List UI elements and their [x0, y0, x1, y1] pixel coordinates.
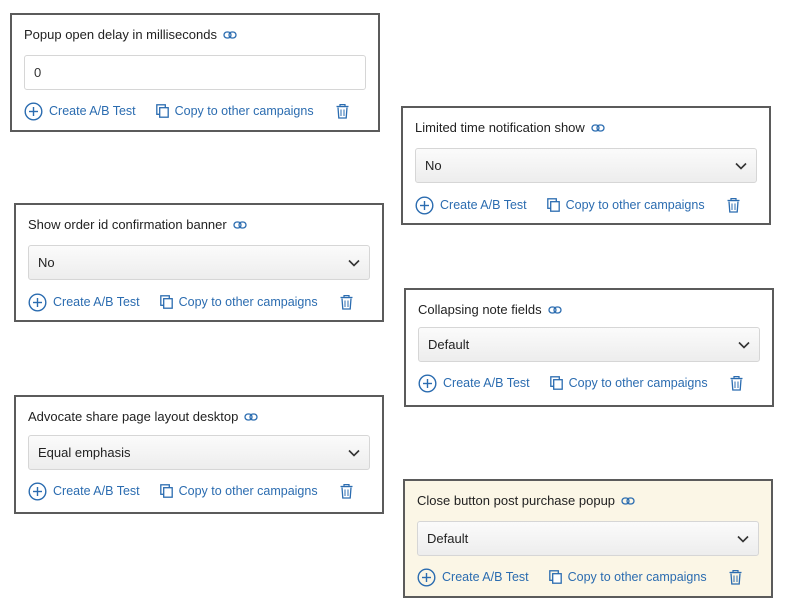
- card-actions: Create A/B Test Copy to other campaigns: [28, 480, 370, 502]
- setting-title: Advocate share page layout desktop: [28, 409, 258, 424]
- plus-circle-icon: [28, 482, 47, 501]
- copy-icon: [156, 104, 169, 118]
- create-ab-test-button[interactable]: Create A/B Test: [28, 293, 140, 312]
- card-actions: Create A/B Test Copy to other campaigns: [28, 291, 370, 313]
- card-order-id-banner: Show order id confirmation banner No Cre…: [14, 203, 384, 322]
- card-actions: Create A/B Test Copy to other campaigns: [417, 566, 759, 588]
- copy-to-campaigns-button[interactable]: Copy to other campaigns: [160, 295, 318, 309]
- chevron-down-icon: [348, 259, 360, 267]
- card-actions: Create A/B Test Copy to other campaigns: [24, 100, 366, 122]
- setting-title: Popup open delay in milliseconds: [24, 27, 237, 42]
- card-advocate-share-layout: Advocate share page layout desktop Equal…: [14, 395, 384, 514]
- trash-icon[interactable]: [336, 104, 349, 119]
- copy-icon: [160, 484, 173, 498]
- chevron-down-icon: [738, 341, 750, 349]
- plus-circle-icon: [24, 102, 43, 121]
- chevron-down-icon: [737, 535, 749, 543]
- plus-circle-icon: [415, 196, 434, 215]
- plus-circle-icon: [28, 293, 47, 312]
- create-ab-test-button[interactable]: Create A/B Test: [417, 568, 529, 587]
- chevron-down-icon: [348, 449, 360, 457]
- link-icon[interactable]: [223, 30, 237, 40]
- card-collapsing-note-fields: Collapsing note fields Default Create A/…: [404, 288, 774, 407]
- setting-title: Close button post purchase popup: [417, 493, 635, 508]
- setting-title: Show order id confirmation banner: [28, 217, 247, 232]
- limited-time-select[interactable]: No: [415, 148, 757, 183]
- link-icon[interactable]: [621, 496, 635, 506]
- trash-icon[interactable]: [727, 198, 740, 213]
- card-limited-time-notification: Limited time notification show No Create…: [401, 106, 771, 225]
- close-button-select[interactable]: Default: [417, 521, 759, 556]
- create-ab-test-button[interactable]: Create A/B Test: [28, 482, 140, 501]
- popup-delay-input[interactable]: 0: [24, 55, 366, 90]
- copy-to-campaigns-button[interactable]: Copy to other campaigns: [550, 376, 708, 390]
- trash-icon[interactable]: [340, 295, 353, 310]
- card-close-button-popup: Close button post purchase popup Default…: [403, 479, 773, 598]
- plus-circle-icon: [418, 374, 437, 393]
- trash-icon[interactable]: [340, 484, 353, 499]
- setting-title: Limited time notification show: [415, 120, 605, 135]
- copy-icon: [160, 295, 173, 309]
- card-popup-open-delay: Popup open delay in milliseconds 0 Creat…: [10, 13, 380, 132]
- trash-icon[interactable]: [730, 376, 743, 391]
- advocate-layout-select[interactable]: Equal emphasis: [28, 435, 370, 470]
- card-actions: Create A/B Test Copy to other campaigns: [415, 194, 757, 216]
- create-ab-test-button[interactable]: Create A/B Test: [415, 196, 527, 215]
- order-id-banner-select[interactable]: No: [28, 245, 370, 280]
- card-actions: Create A/B Test Copy to other campaigns: [418, 372, 760, 394]
- copy-to-campaigns-button[interactable]: Copy to other campaigns: [549, 570, 707, 584]
- copy-icon: [549, 570, 562, 584]
- create-ab-test-button[interactable]: Create A/B Test: [418, 374, 530, 393]
- link-icon[interactable]: [244, 412, 258, 422]
- copy-to-campaigns-button[interactable]: Copy to other campaigns: [156, 104, 314, 118]
- chevron-down-icon: [735, 162, 747, 170]
- link-icon[interactable]: [233, 220, 247, 230]
- link-icon[interactable]: [591, 123, 605, 133]
- copy-icon: [547, 198, 560, 212]
- copy-to-campaigns-button[interactable]: Copy to other campaigns: [547, 198, 705, 212]
- setting-title: Collapsing note fields: [418, 302, 562, 317]
- link-icon[interactable]: [548, 305, 562, 315]
- copy-icon: [550, 376, 563, 390]
- collapsing-notes-select[interactable]: Default: [418, 327, 760, 362]
- plus-circle-icon: [417, 568, 436, 587]
- create-ab-test-button[interactable]: Create A/B Test: [24, 102, 136, 121]
- copy-to-campaigns-button[interactable]: Copy to other campaigns: [160, 484, 318, 498]
- trash-icon[interactable]: [729, 570, 742, 585]
